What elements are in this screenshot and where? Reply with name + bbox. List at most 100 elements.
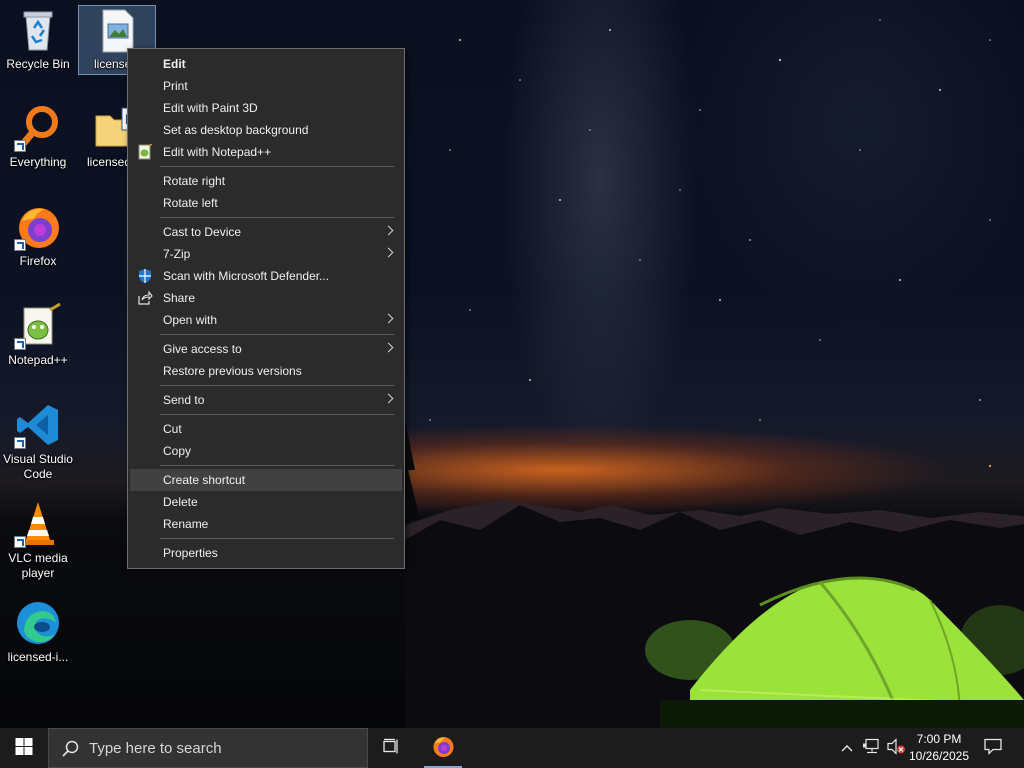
chevron-right-icon [383,313,394,324]
clock-time: 7:00 PM [916,732,962,746]
menu-item-create-shortcut[interactable]: Create shortcut [130,469,402,491]
defender-shield-icon [137,268,153,284]
desktop-icon-everything[interactable]: Everything [0,104,76,170]
vscode-icon [14,401,62,449]
desktop-icon-recycle-bin[interactable]: Recycle Bin [0,6,76,72]
menu-separator [160,414,394,415]
menu-item-label: Send to [163,393,205,407]
menu-item-label: Delete [163,495,198,509]
desktop-icon-notepad-plus-plus[interactable]: Notepad++ [0,302,76,368]
firefox-icon [431,735,455,762]
notification-icon [984,738,1002,758]
start-button[interactable] [0,728,48,768]
menu-item-edit-with-notepad-plus-plus[interactable]: Edit with Notepad++ [130,141,402,163]
menu-item-copy[interactable]: Copy [130,440,402,462]
vlc-icon [14,500,62,548]
chevron-right-icon [383,342,394,353]
task-view-icon [383,738,401,758]
taskbar: Type here to search 7:00 PM 10/26/2025 [0,728,1024,768]
menu-item-open-with[interactable]: Open with [130,309,402,331]
notepad-plus-plus-icon [137,143,153,160]
desktop-icon-firefox[interactable]: Firefox [0,203,76,269]
menu-item-label: Scan with Microsoft Defender... [163,269,330,283]
stars [429,19,992,468]
menu-separator [160,465,394,466]
grass [660,700,1024,728]
shortcut-arrow-icon [14,140,26,152]
chevron-right-icon [383,393,394,404]
menu-item-give-access-to[interactable]: Give access to [130,338,402,360]
desktop-icon-label: Recycle Bin [6,57,70,71]
menu-item-7-zip[interactable]: 7-Zip [130,243,402,265]
menu-item-label: Create shortcut [163,473,246,487]
volume-button[interactable] [884,728,908,768]
chevron-right-icon [383,247,394,258]
menu-item-cut[interactable]: Cut [130,418,402,440]
shortcut-arrow-icon [14,239,26,251]
menu-item-set-as-desktop-background[interactable]: Set as desktop background [130,119,402,141]
shortcut-arrow-icon [14,338,26,350]
menu-item-send-to[interactable]: Send to [130,389,402,411]
shortcut-arrow-icon [14,536,26,548]
menu-item-rotate-left[interactable]: Rotate left [130,192,402,214]
taskbar-search-box[interactable]: Type here to search [48,728,368,768]
menu-item-edit[interactable]: Edit [130,53,402,75]
menu-item-label: Edit with Notepad++ [163,145,272,159]
menu-item-edit-with-paint-3d[interactable]: Edit with Paint 3D [130,97,402,119]
show-hidden-icons-button[interactable] [836,728,858,768]
menu-item-label: Rotate right [163,174,226,188]
menu-item-label: Copy [163,444,192,458]
desktop-icon-label: Visual Studio Code [3,452,73,481]
menu-item-label: Give access to [163,342,242,356]
menu-item-scan-with-defender[interactable]: Scan with Microsoft Defender... [130,265,402,287]
desktop-icon-vscode[interactable]: Visual Studio Code [0,401,76,482]
menu-item-label: Cut [163,422,182,436]
menu-item-label: Restore previous versions [163,364,302,378]
volume-muted-icon [887,738,905,758]
search-placeholder: Type here to search [89,740,222,757]
menu-separator [160,334,394,335]
menu-item-restore-previous-versions[interactable]: Restore previous versions [130,360,402,382]
everything-search-icon [14,104,62,152]
menu-item-label: Print [163,79,188,93]
edge-icon [14,599,62,647]
task-view-button[interactable] [372,728,412,768]
network-button[interactable] [860,728,884,768]
menu-separator [160,166,394,167]
pine-tree [405,420,420,520]
menu-item-label: Edit with Paint 3D [163,101,258,115]
shortcut-arrow-icon [14,437,26,449]
desktop-icon-label: Everything [9,155,67,169]
menu-item-cast-to-device[interactable]: Cast to Device [130,221,402,243]
menu-item-label: Properties [163,546,218,560]
menu-separator [160,538,394,539]
menu-item-label: 7-Zip [163,247,191,261]
menu-item-print[interactable]: Print [130,75,402,97]
menu-item-rotate-right[interactable]: Rotate right [130,170,402,192]
menu-item-rename[interactable]: Rename [130,513,402,535]
desktop-icon-edge-licensed[interactable]: licensed-i... [0,599,76,665]
chevron-right-icon [383,225,394,236]
file-context-menu: Edit Print Edit with Paint 3D Set as des… [127,48,405,569]
desktop-icon-label: Firefox [19,254,57,268]
menu-item-share[interactable]: Share [130,287,402,309]
desktop-icon-vlc[interactable]: VLC media player [0,500,76,581]
menu-separator [160,217,394,218]
desktop-icon-label: licensed-i... [7,650,69,664]
menu-item-label: Open with [163,313,218,327]
search-icon [61,740,79,761]
chevron-up-icon [841,741,853,755]
menu-item-label: Cast to Device [163,225,242,239]
menu-item-properties[interactable]: Properties [130,542,402,564]
menu-item-label: Set as desktop background [163,123,309,137]
recycle-bin-icon [14,6,62,54]
share-icon [137,290,153,306]
menu-item-label: Share [163,291,196,305]
taskbar-firefox-button[interactable] [420,728,466,768]
notepad-plus-plus-icon [14,302,62,350]
action-center-button[interactable] [978,728,1008,768]
taskbar-clock[interactable]: 7:00 PM 10/26/2025 [906,731,972,765]
menu-item-delete[interactable]: Delete [130,491,402,513]
network-wired-icon [863,738,881,758]
desktop-icon-label: Notepad++ [8,353,68,367]
